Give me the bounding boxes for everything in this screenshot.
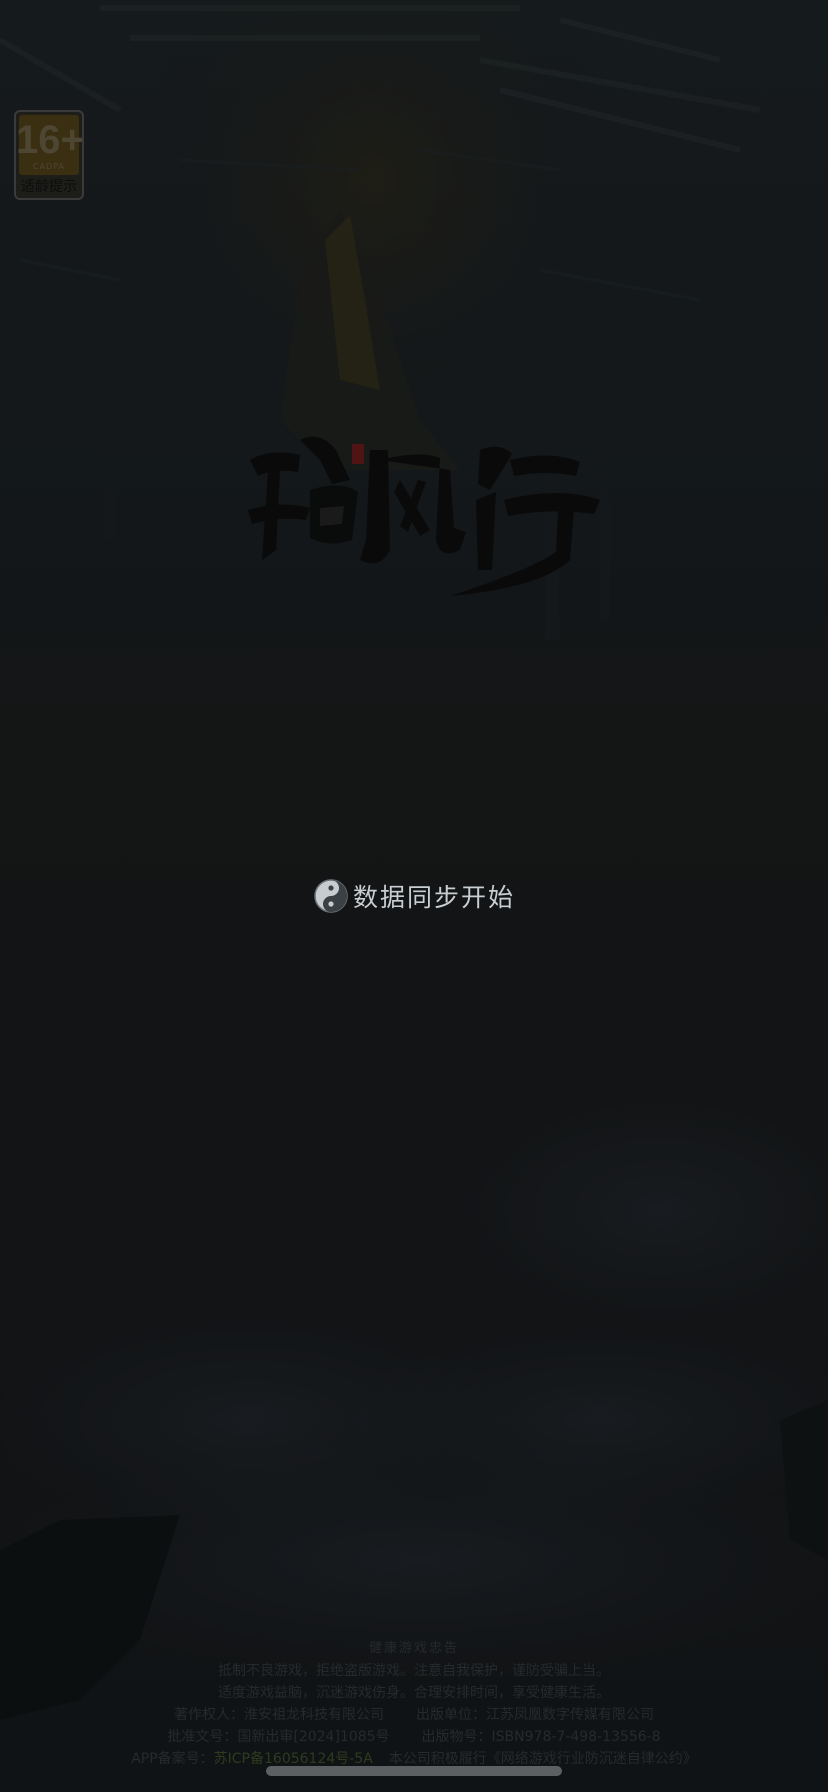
icp-link[interactable]: 苏ICP备16056124号-5A	[214, 1751, 373, 1767]
isbn: 出版物号：ISBN978-7-498-13556-8	[421, 1729, 661, 1745]
age-rating-label: 适龄提示	[21, 179, 77, 195]
age-rating-number: 16+	[16, 118, 84, 162]
age-rating-badge[interactable]: 16+ CADPA 适龄提示	[14, 110, 84, 200]
loading-status: 数据同步开始	[0, 874, 828, 918]
loading-status-text: 数据同步开始	[352, 883, 515, 912]
approval-number: 批准文号：国新出审[2024]1085号	[167, 1729, 390, 1745]
game-logo	[248, 436, 600, 596]
home-indicator[interactable]	[266, 1766, 562, 1776]
icp-note: 本公司积极履行《网络游戏行业防沉迷自律公约》	[388, 1751, 697, 1767]
copyright-row: 著作权人：淮安祖龙科技有限公司 出版单位：江苏凤凰数字传媒有限公司	[0, 1704, 828, 1726]
health-advisory-title: 健康游戏忠告	[368, 1641, 459, 1656]
icp-prefix: APP备案号：	[131, 1751, 214, 1767]
publisher: 出版单位：江苏凤凰数字传媒有限公司	[416, 1707, 654, 1723]
health-advisory-line-2: 适度游戏益脑，沉迷游戏伤身。合理安排时间，享受健康生活。	[218, 1685, 610, 1701]
yin-yang-icon	[314, 879, 348, 913]
logo-seal	[352, 444, 364, 464]
game-launch-screen: 16+ CADPA 适龄提示 数据同步开始 健康游戏忠告 抵制不良游戏，拒绝盗版…	[0, 0, 828, 1792]
copyright-holder: 著作权人：淮安祖龙科技有限公司	[174, 1707, 384, 1723]
health-advisory-footer: 健康游戏忠告 抵制不良游戏，拒绝盗版游戏。注意自我保护，谨防受骗上当。 适度游戏…	[0, 1638, 828, 1770]
approval-row: 批准文号：国新出审[2024]1085号 出版物号：ISBN978-7-498-1…	[0, 1726, 828, 1748]
health-advisory-line-1: 抵制不良游戏，拒绝盗版游戏。注意自我保护，谨防受骗上当。	[218, 1663, 610, 1679]
age-rating-org: CADPA	[32, 162, 65, 171]
